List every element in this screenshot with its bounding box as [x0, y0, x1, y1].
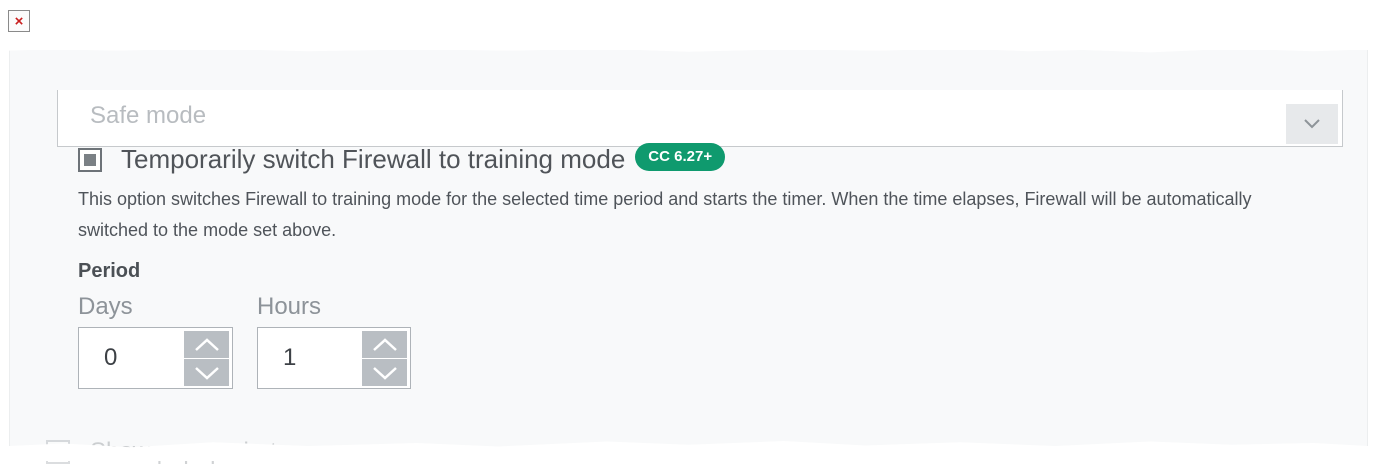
firewall-mode-value: Safe mode — [90, 102, 207, 129]
version-badge: CC 6.27+ — [635, 142, 726, 171]
chevron-up-icon — [372, 337, 397, 351]
chevron-down-icon — [372, 366, 397, 380]
chevron-down-icon — [1304, 119, 1320, 129]
days-decrement-button[interactable] — [184, 359, 229, 386]
training-mode-description: This option switches Firewall to trainin… — [78, 189, 1252, 240]
chevron-down-icon — [194, 366, 219, 380]
hours-increment-button[interactable] — [362, 331, 407, 358]
checkbox-checked-indicator — [84, 153, 96, 166]
hours-stepper[interactable]: 1 — [257, 327, 411, 389]
hours-value[interactable]: 1 — [283, 344, 296, 372]
close-button[interactable]: × — [8, 10, 30, 32]
dropdown-arrow-button[interactable] — [1286, 104, 1338, 144]
firewall-mode-select[interactable]: Safe mode — [57, 90, 1343, 147]
hours-label: Hours — [257, 293, 322, 320]
days-label: Days — [78, 293, 133, 320]
days-increment-button[interactable] — [184, 331, 229, 358]
training-mode-option: Temporarily switch Firewall to training … — [78, 142, 726, 175]
days-stepper[interactable]: 0 — [78, 327, 233, 389]
settings-panel: Safe mode — [9, 50, 1368, 461]
hours-decrement-button[interactable] — [362, 359, 407, 386]
training-mode-checkbox[interactable] — [78, 147, 102, 172]
training-mode-label: Temporarily switch Firewall to training … — [121, 144, 626, 174]
period-title: Period — [78, 260, 141, 282]
chevron-up-icon — [194, 337, 219, 351]
close-icon: × — [14, 12, 24, 30]
days-value[interactable]: 0 — [104, 344, 117, 372]
